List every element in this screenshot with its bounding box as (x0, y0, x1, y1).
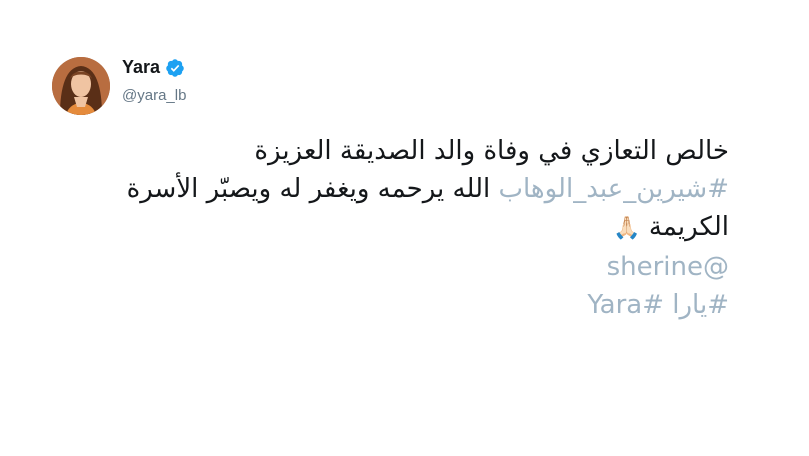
mention-link[interactable]: @sherine (89, 248, 729, 286)
tweet-line-2-text: الله يرحمه ويغفر له ويصبّر الأسرة (126, 174, 499, 204)
avatar[interactable] (52, 57, 110, 115)
hashtags-end-link[interactable]: #يارا #Yara (89, 286, 729, 324)
hashtag-link[interactable]: #شيرين_عبد_الوهاب (499, 174, 729, 204)
tweet-line-2: #شيرين_عبد_الوهاب الله يرحمه ويغفر له وي… (89, 170, 729, 208)
tweet-text: خالص التعازي في وفاة والد الصديقة العزيز… (89, 132, 729, 324)
user-handle[interactable]: @yara_lb (122, 87, 186, 104)
avatar-image (52, 57, 110, 115)
name-row: Yara (122, 57, 185, 78)
display-name[interactable]: Yara (122, 57, 160, 78)
tweet-line-3: الكريمة 🙏🏻 (89, 208, 729, 248)
tweet-line-3-text: الكريمة (640, 212, 729, 242)
verified-badge-icon (165, 58, 185, 78)
tweet-line-1: خالص التعازي في وفاة والد الصديقة العزيز… (254, 136, 729, 166)
praying-hands-icon: 🙏🏻 (613, 216, 641, 241)
